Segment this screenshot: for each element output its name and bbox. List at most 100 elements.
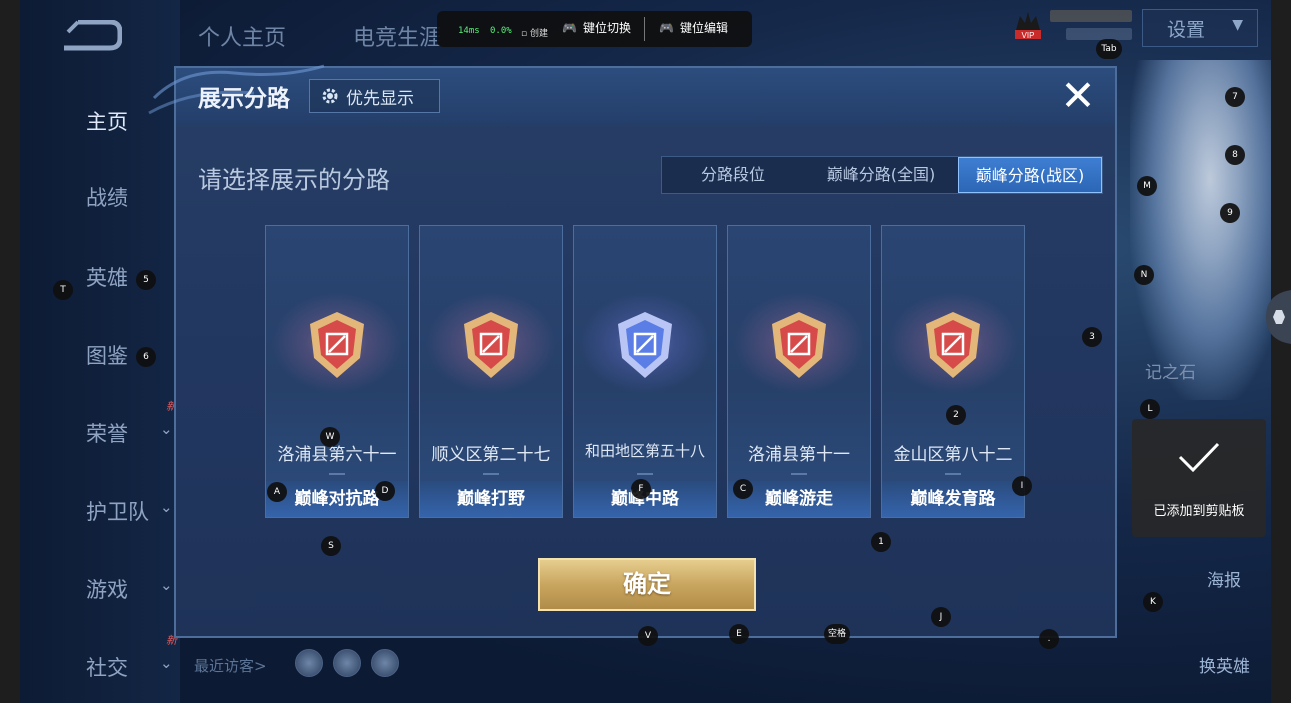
lane-card[interactable]: 洛浦县第六十一 巅峰对抗路 [265, 225, 409, 518]
select-prompt: 请选择展示的分路 [198, 166, 390, 194]
key-marker[interactable]: . [1039, 629, 1059, 649]
lane-card[interactable]: 洛浦县第十一 巅峰游走 [727, 225, 871, 518]
divider [791, 473, 807, 475]
segment-peak-national[interactable]: 巅峰分路(全国) [804, 157, 958, 193]
key-switch-label: 键位切换 [582, 21, 631, 35]
key-marker[interactable]: N [1134, 265, 1154, 285]
lane-card[interactable]: 和田地区第五十八 巅峰中路 [573, 225, 717, 518]
key-edit-button[interactable]: 🎮 键位编辑 [659, 19, 728, 36]
key-marker[interactable]: L [1140, 399, 1160, 419]
username-placeholder [1050, 10, 1132, 22]
visitor-avatar[interactable] [371, 649, 399, 677]
lane-rank-badge-icon [464, 312, 518, 378]
chevron-down-icon: ⌄ [160, 498, 173, 516]
key-marker[interactable]: E [729, 624, 749, 644]
key-marker[interactable]: M [1137, 176, 1157, 196]
create-label: 创建 [529, 29, 548, 39]
packet-loss-readout: 0.0% [490, 26, 512, 36]
keymap-toolbar: 14ms 0.0% ▫ 创建 🎮 键位切换 🎮 键位编辑 [437, 11, 752, 47]
stone-text: 记之石 [1145, 363, 1196, 383]
lane-type-segmented-control: 分路段位 巅峰分路(全国) 巅峰分路(战区) [661, 156, 1103, 194]
key-marker[interactable]: 9 [1220, 203, 1240, 223]
region-rank-label: 和田地区第五十八 [584, 442, 705, 460]
key-marker[interactable]: 8 [1225, 145, 1245, 165]
sidebar-item-label: 图鉴 [86, 344, 128, 368]
sidebar-item-label: 社交 [86, 656, 128, 680]
vip-label: VIP [1022, 31, 1035, 40]
settings-label: 设置 [1167, 19, 1206, 41]
divider [483, 473, 499, 475]
lane-card[interactable]: 金山区第八十二巅峰发育路 [881, 225, 1025, 518]
key-marker[interactable]: 5 [136, 270, 156, 290]
key-marker[interactable]: 1 [871, 532, 891, 552]
key-edit-label: 键位编辑 [679, 21, 728, 35]
tab-esports[interactable]: 电竞生涯 [353, 20, 441, 52]
sidebar-item-label: 护卫队 [86, 500, 149, 524]
key-marker[interactable]: C [733, 479, 753, 499]
key-marker[interactable]: 2 [946, 405, 966, 425]
sidebar-item[interactable]: 社交 ⌄ 新 [40, 634, 200, 682]
lane-name-label: 巅峰发育路 [882, 481, 1024, 517]
settings-button[interactable]: 设置 ▼ [1142, 9, 1258, 47]
gamepad-icon: 🎮 [659, 20, 674, 35]
back-logo-icon[interactable] [60, 20, 122, 52]
divider [637, 473, 653, 475]
poster-button[interactable]: 海报 [1207, 566, 1241, 591]
key-marker[interactable]: T [53, 280, 73, 300]
region-rank-label: 金山区第八十二 [893, 445, 1013, 465]
toolbar-divider [644, 17, 645, 41]
visitor-avatar[interactable] [295, 649, 323, 677]
lane-rank-badge-icon [772, 312, 826, 378]
close-icon[interactable]: ✕ [1056, 74, 1100, 118]
key-marker[interactable]: 3 [1082, 327, 1102, 347]
lane-card[interactable]: 顺义区第二十七 巅峰打野 [419, 225, 563, 518]
key-marker[interactable]: S [321, 536, 341, 556]
key-marker[interactable]: V [638, 626, 658, 646]
key-marker[interactable]: 空格 [824, 624, 850, 644]
sidebar-item-label: 英雄 [86, 266, 128, 290]
chevron-down-icon: ⌄ [160, 654, 173, 672]
sidebar-item-label: 游戏 [86, 578, 128, 602]
left-window-border [0, 0, 20, 703]
swap-hero-button[interactable]: 换英雄 [1199, 652, 1250, 677]
chevron-down-icon: ⌄ [160, 420, 173, 438]
checkmark-icon [1178, 442, 1220, 473]
visitor-avatar[interactable] [333, 649, 361, 677]
key-marker[interactable]: W [320, 427, 340, 447]
key-marker[interactable]: 6 [136, 347, 156, 367]
user-subline [1066, 28, 1132, 40]
key-marker[interactable]: 7 [1225, 87, 1245, 107]
recent-visitors-link[interactable]: 最近访客> [194, 655, 267, 676]
segment-peak-region[interactable]: 巅峰分路(战区) [958, 157, 1102, 193]
key-marker[interactable]: K [1143, 592, 1163, 612]
lane-rank-badge-icon [310, 312, 364, 378]
priority-display-button[interactable]: 优先显示 [309, 79, 440, 113]
sidebar-item-label: 战绩 [86, 186, 128, 210]
side-drawer-handle-icon[interactable] [1262, 290, 1291, 344]
key-marker[interactable]: A [267, 482, 287, 502]
key-marker[interactable]: Tab [1096, 39, 1122, 59]
chevron-down-icon: ▼ [1232, 17, 1243, 33]
toast-message: 已添加到剪贴板 [1153, 504, 1245, 519]
key-switch-button[interactable]: 🎮 键位切换 [562, 19, 631, 36]
key-marker[interactable]: J [931, 607, 951, 627]
key-marker[interactable]: F [631, 479, 651, 499]
lane-name-label: 巅峰打野 [420, 481, 562, 517]
gear-icon [322, 88, 338, 104]
sidebar-item-label: 主页 [86, 110, 128, 134]
dialog-title: 展示分路 [198, 86, 290, 112]
create-shortcut-button[interactable]: ▫ 创建 [521, 26, 548, 39]
chevron-down-icon: ⌄ [160, 576, 173, 594]
hero-portrait [1130, 60, 1271, 400]
key-marker[interactable]: I [1012, 476, 1032, 496]
tab-profile[interactable]: 个人主页 [198, 20, 286, 52]
lane-rank-badge-icon [926, 312, 980, 378]
vip-badge-icon[interactable]: VIP [1012, 8, 1044, 40]
key-marker[interactable]: D [375, 481, 395, 501]
segment-lane-rank[interactable]: 分路段位 [662, 157, 804, 193]
sidebar-item-label: 荣誉 [86, 422, 128, 446]
region-rank-label: 洛浦县第十一 [748, 445, 850, 465]
lane-display-dialog: 展示分路 优先显示 ✕ 请选择展示的分路 分路段位 巅峰分路(全国) 巅峰分路(… [148, 64, 1117, 638]
lane-rank-badge-icon [618, 312, 672, 378]
confirm-button[interactable]: 确定 [538, 558, 756, 611]
